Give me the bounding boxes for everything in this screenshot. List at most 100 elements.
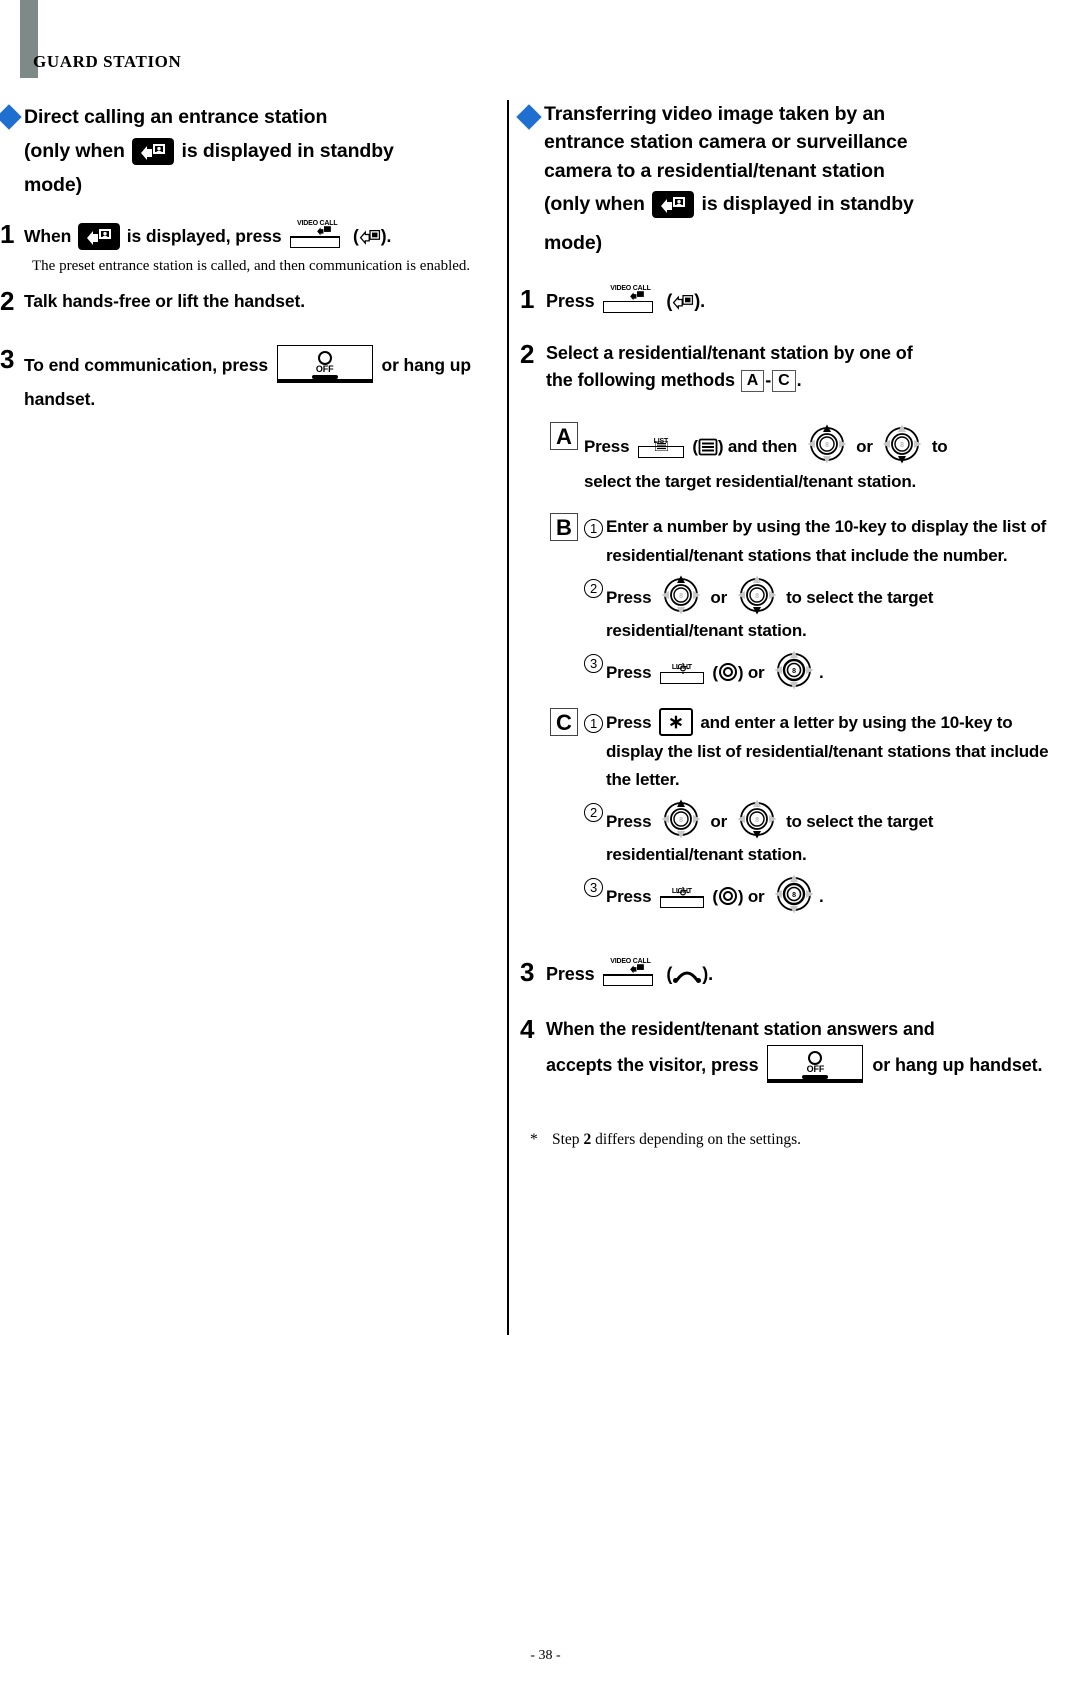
method-c-sub-2-seg1: Press bbox=[606, 812, 652, 832]
method-c-sub-2-number: 2 bbox=[584, 803, 603, 823]
video-call-key[interactable]: VIDEO CALL bbox=[601, 285, 659, 315]
nav-wheel-up-icon[interactable]: 8 bbox=[805, 422, 849, 466]
column-divider bbox=[507, 100, 509, 1335]
right-step-3-text-a: Press bbox=[546, 964, 595, 985]
footnote-text: Step 2 differs depending on the settings… bbox=[552, 1131, 801, 1149]
method-b-sub-2-seg2: or bbox=[710, 587, 727, 607]
method-b-sub-2-seg4: residential/tenant station. bbox=[606, 620, 807, 640]
asterisk-key-label: ∗ bbox=[667, 711, 684, 733]
nav-wheel-down-icon[interactable]: 8 bbox=[735, 573, 779, 617]
method-a-line1-seg4: or bbox=[856, 436, 873, 456]
nav-wheel-up-icon[interactable]: 8 bbox=[659, 573, 703, 617]
right-step-2-number: 2 bbox=[520, 338, 535, 369]
video-call-key[interactable]: VIDEO CALL bbox=[601, 958, 659, 988]
method-c-sub-1: 1 Press ∗ and enter a letter by using th… bbox=[584, 707, 1065, 796]
method-b-sub-3-seg3: ) or bbox=[737, 662, 765, 682]
method-b-sub-3-body: Press LIGHT () or 8 . bbox=[606, 648, 1065, 692]
svg-text:8: 8 bbox=[825, 442, 829, 449]
left-step-1-body: When is displayed, press VIDEO CALL (). bbox=[24, 220, 392, 251]
entrance-station-display-icon bbox=[78, 223, 120, 251]
nav-wheel-center-glyph: 8 bbox=[774, 650, 814, 690]
nav-wheel-down-glyph: 8 bbox=[737, 799, 777, 839]
right-step-1: 1 Press VIDEO CALL (). bbox=[520, 285, 1065, 316]
method-c-sub-2-seg2: or bbox=[710, 812, 727, 832]
off-key[interactable]: OFF bbox=[767, 1044, 864, 1083]
svg-text:8: 8 bbox=[792, 668, 796, 675]
method-c: C 1 Press ∗ and enter a letter by using … bbox=[550, 707, 1065, 917]
nav-wheel-center-icon[interactable]: 8 bbox=[772, 648, 816, 692]
talk-arc-glyph bbox=[673, 971, 702, 984]
confirm-circle-icon bbox=[718, 662, 738, 682]
footnote-text-b: differs depending on the settings. bbox=[595, 1131, 801, 1149]
left-section-title: Direct calling an entrance station (only… bbox=[24, 100, 394, 202]
method-c-sub-3-seg1: Press bbox=[606, 887, 652, 907]
video-call-key-label: VIDEO CALL bbox=[297, 220, 338, 228]
left-step-1-text-d: ). bbox=[380, 226, 392, 247]
right-column: Transferring video image taken by an ent… bbox=[516, 100, 1065, 1149]
light-key-box bbox=[659, 672, 704, 684]
method-a-line1-seg3: ) and then bbox=[717, 436, 798, 456]
list-key[interactable]: LIST bbox=[636, 430, 686, 460]
method-a-line2: select the target residential/tenant sta… bbox=[584, 471, 917, 491]
method-label-a: A bbox=[740, 369, 765, 392]
left-step-3-body: To end communication, press OFF or hang … bbox=[24, 344, 500, 416]
right-step-4-text-b: accepts the visitor, press bbox=[546, 1054, 759, 1075]
left-step-2-body: Talk hands-free or lift the handset. bbox=[24, 287, 305, 315]
nav-wheel-up-icon[interactable]: 8 bbox=[659, 797, 703, 841]
method-b-sub-2-seg3: to select the target bbox=[786, 587, 934, 607]
method-b-sub-2: 2 Press 8 or 8 to select the target resi… bbox=[584, 573, 1065, 646]
off-key-circle-icon bbox=[317, 350, 332, 365]
right-step-4-text-a: When the resident/tenant station answers… bbox=[546, 1019, 935, 1040]
list-outline-icon bbox=[698, 435, 718, 455]
footnote-step-number: 2 bbox=[583, 1131, 592, 1149]
method-b-letter: B bbox=[550, 513, 578, 542]
method-c-sub-1-seg1: Press bbox=[606, 712, 652, 732]
nav-wheel-down-icon[interactable]: 8 bbox=[735, 797, 779, 841]
diamond-bullet-icon bbox=[516, 104, 542, 130]
video-call-key[interactable]: VIDEO CALL bbox=[288, 220, 346, 250]
left-step-2: 2 Talk hands-free or lift the handset. bbox=[0, 287, 500, 315]
off-key-label: OFF bbox=[315, 363, 334, 374]
left-step-1-number: 1 bbox=[0, 219, 15, 250]
video-call-key-box bbox=[290, 237, 341, 249]
video-call-key-label: VIDEO CALL bbox=[610, 284, 651, 292]
nav-wheel-down-icon[interactable]: 8 bbox=[880, 422, 924, 466]
footnote-star: * bbox=[530, 1131, 538, 1149]
right-step-3-body: Press VIDEO CALL ( ). bbox=[546, 958, 713, 989]
list-key-label: LIST bbox=[653, 437, 669, 445]
right-section-heading: Transferring video image taken by an ent… bbox=[516, 100, 1065, 263]
entrance-station-display-icon bbox=[652, 190, 695, 218]
footnote: * Step 2 differs depending on the settin… bbox=[530, 1131, 1065, 1149]
light-key[interactable]: LIGHT bbox=[658, 880, 706, 910]
right-section-title-line5: mode) bbox=[544, 231, 603, 254]
method-b-sub-1-number: 1 bbox=[584, 519, 603, 539]
method-c-sub-3-number: 3 bbox=[584, 878, 603, 898]
method-c-letter: C bbox=[550, 707, 578, 736]
light-key[interactable]: LIGHT bbox=[658, 656, 706, 686]
list-outline-glyph bbox=[698, 438, 718, 455]
nav-wheel-center-icon[interactable]: 8 bbox=[772, 872, 816, 916]
left-step-3: 3 To end communication, press OFF or han… bbox=[0, 344, 500, 416]
video-call-key-label: VIDEO CALL bbox=[610, 958, 651, 966]
nav-wheel-up-glyph: 8 bbox=[661, 799, 701, 839]
method-c-sub-3-body: Press LIGHT () or 8 . bbox=[606, 872, 1065, 916]
list-key-box bbox=[637, 446, 684, 458]
off-key[interactable]: OFF bbox=[276, 344, 373, 383]
asterisk-key[interactable]: ∗ bbox=[658, 707, 693, 736]
svg-text:8: 8 bbox=[792, 892, 796, 899]
method-a-line1-seg5: to bbox=[931, 436, 948, 456]
talk-arc-icon bbox=[672, 963, 702, 984]
left-section-title-line1: Direct calling an entrance station bbox=[24, 106, 328, 128]
svg-text:8: 8 bbox=[679, 817, 683, 824]
method-b-sub-3: 3 Press LIGHT () or 8 . bbox=[584, 648, 1065, 692]
page-number: - 38 - bbox=[530, 1648, 561, 1663]
method-b-sub-2-body: Press 8 or 8 to select the target reside… bbox=[606, 573, 1065, 646]
right-step-2-text-c: . bbox=[796, 369, 802, 390]
right-section-title-line4b: is displayed in standby bbox=[701, 192, 914, 215]
right-step-2-text-b: the following methods bbox=[546, 369, 735, 390]
method-c-sub-2-seg4: residential/tenant station. bbox=[606, 845, 807, 865]
right-step-2-text-a: Select a residential/tenant station by o… bbox=[546, 342, 913, 363]
left-step-2-number: 2 bbox=[0, 285, 15, 316]
footnote-text-a: Step bbox=[552, 1131, 580, 1149]
method-a-letter: A bbox=[550, 421, 578, 450]
